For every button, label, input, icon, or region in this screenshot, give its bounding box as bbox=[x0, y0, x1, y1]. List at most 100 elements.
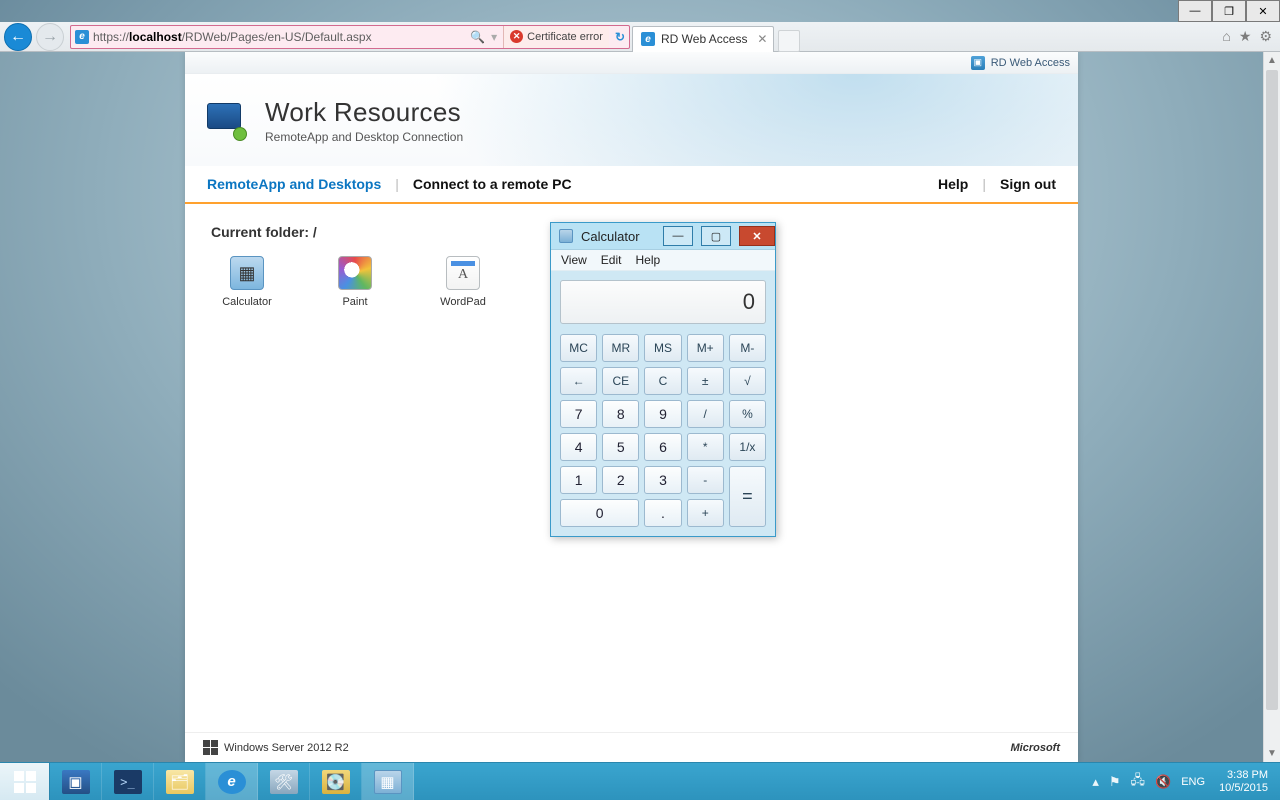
calculator-icon: ▦ bbox=[230, 256, 264, 290]
btn-1[interactable]: 1 bbox=[560, 466, 597, 494]
powershell-icon: >_ bbox=[114, 770, 142, 794]
btn-c[interactable]: C bbox=[644, 367, 681, 395]
taskbar-file-explorer[interactable]: 🗂 bbox=[154, 763, 206, 800]
page-banner: Work Resources RemoteApp and Desktop Con… bbox=[185, 74, 1078, 166]
server-manager-icon: ▣ bbox=[62, 770, 90, 794]
tab-rdwa[interactable]: e RD Web Access ✕ bbox=[632, 26, 774, 52]
btn-sqrt[interactable]: √ bbox=[729, 367, 766, 395]
calculator-window[interactable]: Calculator — ▢ ✕ View Edit Help 0 MC MR … bbox=[550, 222, 776, 537]
calculator-menu: View Edit Help bbox=[551, 249, 775, 271]
taskbar-server-tools[interactable]: 🛠 bbox=[258, 763, 310, 800]
tray-chevron-up-icon[interactable]: ▴ bbox=[1092, 774, 1099, 790]
taskbar-internet-explorer[interactable]: e bbox=[206, 763, 258, 800]
btn-0[interactable]: 0 bbox=[560, 499, 639, 527]
home-icon[interactable]: ⌂ bbox=[1222, 28, 1230, 45]
vertical-scrollbar[interactable]: ▲ ▼ bbox=[1263, 52, 1280, 762]
btn-ms[interactable]: MS bbox=[644, 334, 681, 362]
btn-6[interactable]: 6 bbox=[644, 433, 681, 461]
btn-mr[interactable]: MR bbox=[602, 334, 639, 362]
btn-equals[interactable]: = bbox=[729, 466, 766, 527]
ie-icon: e bbox=[641, 32, 655, 46]
taskbar-server-manager[interactable]: ▣ bbox=[50, 763, 102, 800]
tray-time: 3:38 PM bbox=[1219, 769, 1268, 782]
tools-icon[interactable]: ⚙ bbox=[1259, 28, 1272, 45]
btn-mplus[interactable]: M+ bbox=[687, 334, 724, 362]
btn-mminus[interactable]: M- bbox=[729, 334, 766, 362]
taskbar-database[interactable]: 💽 bbox=[310, 763, 362, 800]
app-label: Calculator bbox=[222, 296, 272, 308]
tray-date: 10/5/2015 bbox=[1219, 782, 1268, 795]
menu-edit[interactable]: Edit bbox=[601, 253, 622, 267]
calc-close-button[interactable]: ✕ bbox=[739, 226, 775, 246]
calculator-titlebar[interactable]: Calculator — ▢ ✕ bbox=[551, 223, 775, 249]
app-label: WordPad bbox=[440, 296, 486, 308]
search-icon[interactable]: 🔍 bbox=[470, 30, 485, 44]
nav-remoteapp[interactable]: RemoteApp and Desktops bbox=[207, 176, 381, 192]
paint-icon bbox=[338, 256, 372, 290]
btn-subtract[interactable]: - bbox=[687, 466, 724, 494]
menu-view[interactable]: View bbox=[561, 253, 587, 267]
certificate-error-badge[interactable]: ✕Certificate error bbox=[503, 26, 609, 48]
btn-divide[interactable]: / bbox=[687, 400, 724, 428]
btn-7[interactable]: 7 bbox=[560, 400, 597, 428]
calculator-app-icon bbox=[559, 229, 573, 243]
page-title: Work Resources bbox=[265, 97, 463, 128]
btn-mc[interactable]: MC bbox=[560, 334, 597, 362]
tray-flag-icon[interactable]: ⚑ bbox=[1109, 774, 1121, 790]
desktop: — ❐ ✕ ← → e https://localhost/RDWeb/Page… bbox=[0, 0, 1280, 800]
start-button[interactable] bbox=[0, 763, 50, 800]
taskbar-powershell[interactable]: >_ bbox=[102, 763, 154, 800]
app-wordpad[interactable]: WordPad bbox=[427, 256, 499, 308]
outer-maximize-button[interactable]: ❐ bbox=[1212, 0, 1246, 22]
browser-tools: ⌂ ★ ⚙ bbox=[1222, 28, 1280, 45]
btn-multiply[interactable]: * bbox=[687, 433, 724, 461]
nav-separator: | bbox=[982, 176, 986, 192]
btn-percent[interactable]: % bbox=[729, 400, 766, 428]
btn-decimal[interactable]: . bbox=[644, 499, 681, 527]
tray-network-icon[interactable]: 🖧 bbox=[1131, 771, 1146, 793]
refresh-button[interactable]: ↻ bbox=[615, 30, 625, 44]
btn-reciprocal[interactable]: 1/x bbox=[729, 433, 766, 461]
forward-button[interactable]: → bbox=[36, 23, 64, 51]
btn-add[interactable]: + bbox=[687, 499, 724, 527]
scroll-thumb[interactable] bbox=[1266, 70, 1278, 710]
app-calculator[interactable]: ▦ Calculator bbox=[211, 256, 283, 308]
favorites-icon[interactable]: ★ bbox=[1239, 28, 1252, 45]
tray-volume-icon[interactable]: 🔇 bbox=[1155, 774, 1171, 790]
btn-2[interactable]: 2 bbox=[602, 466, 639, 494]
calculator-title-text: Calculator bbox=[581, 229, 640, 244]
scroll-down-icon[interactable]: ▼ bbox=[1264, 745, 1280, 762]
btn-4[interactable]: 4 bbox=[560, 433, 597, 461]
btn-9[interactable]: 9 bbox=[644, 400, 681, 428]
scroll-up-icon[interactable]: ▲ bbox=[1264, 52, 1280, 69]
menu-help[interactable]: Help bbox=[635, 253, 660, 267]
nav-signout[interactable]: Sign out bbox=[1000, 176, 1056, 192]
app-paint[interactable]: Paint bbox=[319, 256, 391, 308]
btn-5[interactable]: 5 bbox=[602, 433, 639, 461]
btn-backspace[interactable]: ← bbox=[560, 367, 597, 395]
btn-plusminus[interactable]: ± bbox=[687, 367, 724, 395]
taskbar-calculator[interactable]: ▦ bbox=[362, 763, 414, 800]
calculator-icon: ▦ bbox=[374, 770, 402, 794]
btn-3[interactable]: 3 bbox=[644, 466, 681, 494]
outer-minimize-button[interactable]: — bbox=[1178, 0, 1212, 22]
windows-start-icon bbox=[14, 771, 36, 793]
calc-minimize-button[interactable]: — bbox=[663, 226, 693, 246]
tab-close-icon[interactable]: ✕ bbox=[757, 32, 767, 46]
tray-language[interactable]: ENG bbox=[1181, 776, 1205, 788]
new-tab-button[interactable] bbox=[778, 30, 800, 52]
nav-help[interactable]: Help bbox=[938, 176, 968, 192]
rdwa-label: RD Web Access bbox=[991, 57, 1070, 69]
nav-connect[interactable]: Connect to a remote PC bbox=[413, 176, 572, 192]
btn-ce[interactable]: CE bbox=[602, 367, 639, 395]
outer-window-controls: — ❐ ✕ bbox=[1178, 0, 1280, 22]
address-bar[interactable]: e https://localhost/RDWeb/Pages/en-US/De… bbox=[70, 25, 630, 49]
calculator-display: 0 bbox=[560, 280, 766, 324]
tray-clock[interactable]: 3:38 PM 10/5/2015 bbox=[1215, 769, 1272, 795]
outer-close-button[interactable]: ✕ bbox=[1246, 0, 1280, 22]
calc-maximize-button[interactable]: ▢ bbox=[701, 226, 731, 246]
cert-error-icon: ✕ bbox=[510, 30, 523, 43]
back-button[interactable]: ← bbox=[4, 23, 32, 51]
url-text: https://localhost/RDWeb/Pages/en-US/Defa… bbox=[93, 30, 372, 44]
btn-8[interactable]: 8 bbox=[602, 400, 639, 428]
